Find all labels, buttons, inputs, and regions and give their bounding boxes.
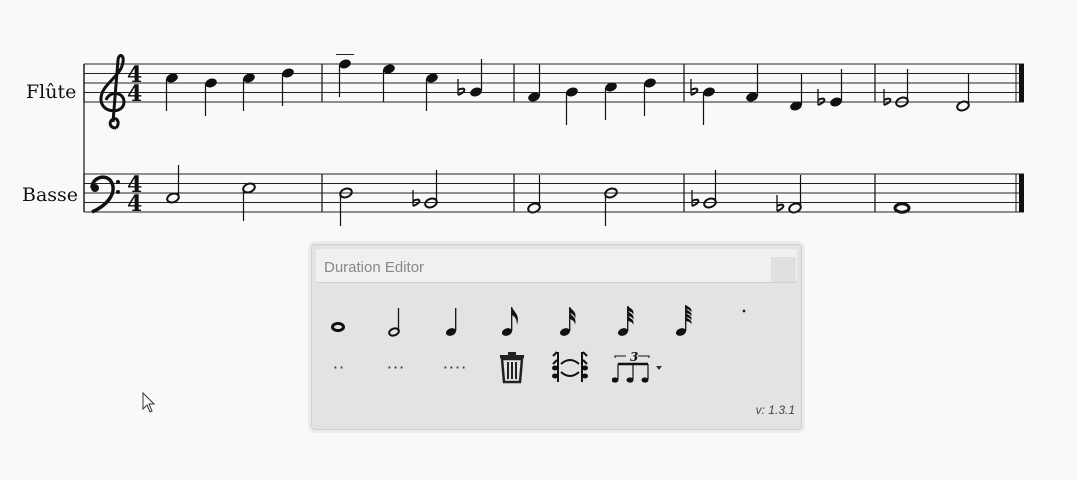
dialog-titlebar[interactable]: Duration Editor — [316, 249, 797, 283]
treble-clef-icon — [99, 53, 126, 130]
quarter-note-icon — [445, 308, 457, 336]
svg-text:3: 3 — [630, 350, 638, 364]
tuplet-icon: 3 — [612, 350, 662, 383]
quadruple-dot-button[interactable]: ···· — [433, 345, 477, 389]
bass-clef-icon — [116, 180, 120, 184]
music-score: 4444 — [83, 53, 1024, 226]
dot-button[interactable] — [722, 289, 766, 333]
whole-note-icon — [331, 321, 345, 333]
tuplet-button[interactable]: 3 — [608, 345, 668, 389]
quarter-note-button[interactable] — [431, 299, 475, 343]
dropdown-arrow-icon — [656, 366, 662, 370]
final-barline — [1019, 64, 1024, 102]
half-note-button[interactable] — [374, 299, 418, 343]
flat-icon — [776, 203, 785, 212]
thirty-second-note-button[interactable] — [604, 299, 648, 343]
eighth-note-icon — [501, 307, 518, 336]
staff-name-flute: Flûte — [26, 81, 77, 103]
trash-icon — [500, 352, 524, 384]
triple-dot-button[interactable]: ··· — [374, 345, 418, 389]
double-dot-button[interactable]: ·· — [317, 345, 361, 389]
sixty-fourth-note-icon — [675, 305, 692, 336]
whole-note — [893, 202, 911, 214]
duration-editor-dialog: Duration Editor ·· ··· ···· 3 v: 1.3.1 — [311, 244, 802, 430]
sixteenth-note-icon — [559, 307, 576, 336]
bass-clef-icon — [90, 175, 115, 214]
delete-button[interactable] — [490, 345, 534, 389]
dialog-title: Duration Editor — [324, 259, 425, 276]
tie-button[interactable] — [548, 345, 592, 389]
thirty-second-note-icon — [617, 306, 634, 336]
bass-clef-icon — [116, 190, 120, 194]
close-button[interactable] — [771, 257, 796, 282]
tie-icon — [552, 351, 588, 382]
flat-icon — [457, 87, 466, 96]
eighth-note-button[interactable] — [488, 299, 532, 343]
final-barline — [1019, 174, 1024, 212]
staff-name-basse: Basse — [22, 184, 79, 206]
bass-clef-icon — [91, 184, 99, 192]
time-signature: 4 — [127, 81, 142, 107]
flat-icon — [690, 87, 699, 96]
sixteenth-note-button[interactable] — [546, 299, 590, 343]
mouse-cursor-icon — [142, 392, 156, 413]
dot-icon — [742, 309, 746, 313]
whole-note-button[interactable] — [316, 299, 360, 343]
half-note-icon — [388, 308, 400, 337]
version-label: v: 1.3.1 — [755, 403, 795, 417]
time-signature: 4 — [127, 191, 142, 217]
sixty-fourth-note-button[interactable] — [662, 299, 706, 343]
